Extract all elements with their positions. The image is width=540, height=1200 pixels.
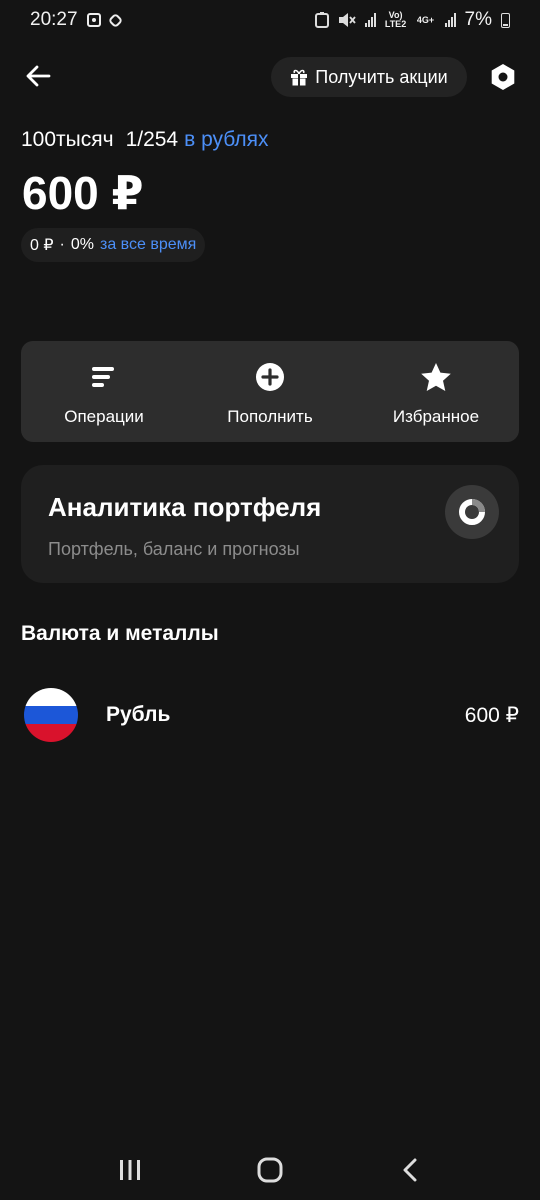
actions-card: Операции Пополнить Избранное — [21, 341, 519, 442]
operations-icon — [88, 361, 120, 393]
portfolio-title: 100тысяч 1/254 в рублях — [21, 128, 269, 152]
status-bar: 20:27 Vo) LTE2 4G+ 7% — [0, 0, 540, 40]
russia-flag-icon — [24, 688, 78, 742]
currency-link[interactable]: в рублях — [184, 128, 268, 151]
change-percent: 0% — [70, 236, 94, 253]
network-label-2: 4G+ — [416, 14, 435, 25]
home-icon — [257, 1157, 283, 1183]
recent-apps-icon — [120, 1160, 140, 1180]
status-right: Vo) LTE2 4G+ 7% — [314, 9, 510, 31]
battery-percent: 7% — [464, 9, 492, 30]
home-button[interactable] — [240, 1145, 300, 1195]
change-amount: 0 ₽ — [30, 237, 54, 254]
change-separator: · — [59, 236, 65, 253]
asset-row-ruble[interactable]: Рубль 600 ₽ — [21, 684, 519, 746]
asset-name: Рубль — [106, 703, 171, 726]
plus-circle-icon — [254, 361, 286, 393]
gift-icon — [291, 69, 308, 86]
system-nav-bar — [0, 1140, 540, 1200]
portfolio-name: 100тысяч — [21, 128, 114, 151]
portfolio-total-value: 600 ₽ — [22, 167, 144, 219]
favorites-label: Избранное — [392, 407, 480, 426]
get-stocks-button[interactable]: Получить акции — [271, 57, 467, 97]
top-up-label: Пополнить — [227, 407, 313, 426]
signal-2-icon — [444, 13, 456, 27]
operations-button[interactable]: Операции — [21, 341, 187, 442]
portfolio-index: 1/254 — [125, 128, 179, 151]
mute-icon — [338, 13, 356, 27]
notification-hex-icon — [107, 12, 123, 28]
arrow-left-icon — [26, 65, 51, 87]
favorites-button[interactable]: Избранное — [353, 341, 519, 442]
back-button[interactable] — [20, 58, 56, 94]
get-stocks-label: Получить акции — [315, 66, 448, 87]
section-title: Валюта и металлы — [21, 622, 219, 645]
donut-chart-icon — [445, 485, 499, 539]
analytics-subtitle: Портфель, баланс и прогнозы — [48, 539, 300, 559]
notification-app-icon — [86, 13, 101, 27]
operations-label: Операции — [64, 407, 144, 426]
back-icon — [403, 1158, 417, 1182]
portfolio-analytics-card[interactable]: Аналитика портфеля Портфель, баланс и пр… — [21, 465, 519, 583]
star-icon — [420, 361, 452, 393]
analytics-title: Аналитика портфеля — [48, 492, 322, 522]
network-label-1: Vo) LTE2 — [384, 10, 407, 29]
battery-icon — [501, 12, 510, 28]
settings-button[interactable] — [486, 60, 520, 94]
status-time: 20:27 — [30, 9, 78, 30]
top-up-button[interactable]: Пополнить — [187, 341, 353, 442]
hexagon-settings-icon — [491, 64, 515, 90]
battery-saver-icon — [314, 12, 329, 28]
recent-apps-button[interactable] — [100, 1145, 160, 1195]
signal-1-icon — [364, 13, 376, 27]
asset-value: 600 ₽ — [464, 703, 519, 727]
portfolio-change-pill[interactable]: 0 ₽ · 0% за все время — [21, 228, 206, 262]
system-back-button[interactable] — [380, 1145, 440, 1195]
status-left: 20:27 — [30, 9, 123, 31]
change-period: за все время — [99, 236, 197, 253]
screen: 20:27 Vo) LTE2 4G+ 7% Получить акции 100… — [0, 0, 540, 1200]
